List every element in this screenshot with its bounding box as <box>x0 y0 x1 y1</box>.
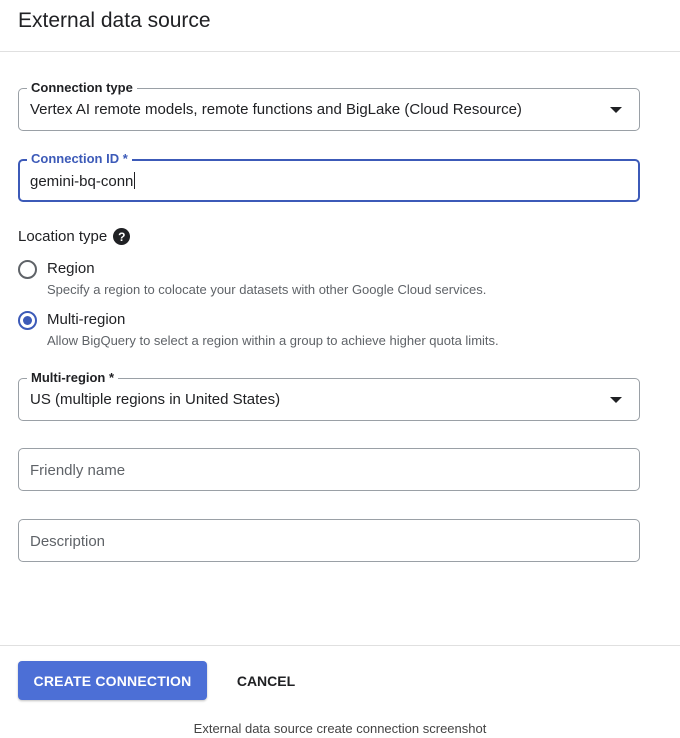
multi-region-value: US (multiple regions in United States) <box>30 391 281 408</box>
connection-id-field[interactable]: Connection ID * gemini-bq-conn <box>18 151 640 202</box>
radio-description-region: Specify a region to colocate your datase… <box>47 282 487 297</box>
description-input[interactable]: Description <box>18 519 640 562</box>
connection-id-label: Connection ID * <box>27 151 132 167</box>
radio-label-region: Region <box>47 260 95 277</box>
dropdown-arrow-icon <box>610 107 622 113</box>
help-icon[interactable]: ? <box>113 228 131 245</box>
create-connection-panel: External data source Connection type Ver… <box>0 0 680 738</box>
multi-region-label: Multi-region * <box>27 370 119 386</box>
image-caption: External data source create connection s… <box>193 721 487 736</box>
radio-description-multi-region: Allow BigQuery to select a region within… <box>47 333 499 348</box>
location-type-title: Location type <box>18 228 108 245</box>
text-cursor <box>134 172 136 189</box>
friendly-name-input[interactable]: Friendly name <box>18 448 640 491</box>
cancel-button[interactable]: CANCEL <box>222 661 310 700</box>
friendly-name-placeholder: Friendly name <box>30 462 126 479</box>
footer-divider <box>0 645 680 646</box>
radio-label-multi-region: Multi-region <box>47 311 126 328</box>
connection-type-select[interactable]: Connection type Vertex AI remote models,… <box>18 80 640 131</box>
multi-region-select[interactable]: Multi-region * US (multiple regions in U… <box>18 370 640 421</box>
panel-header: External data source <box>0 0 680 52</box>
radio-button-region[interactable] <box>18 260 37 279</box>
create-connection-button[interactable]: CREATE CONNECTION <box>18 661 207 700</box>
dropdown-arrow-icon <box>610 397 622 403</box>
panel-title: External data source <box>18 9 211 32</box>
location-type-heading: Location type ? <box>18 228 131 245</box>
description-placeholder: Description <box>30 533 106 550</box>
connection-id-value: gemini-bq-conn <box>30 172 136 190</box>
radio-button-multi-region[interactable] <box>18 311 37 330</box>
connection-type-value: Vertex AI remote models, remote function… <box>30 101 522 118</box>
connection-type-label: Connection type <box>27 80 137 96</box>
